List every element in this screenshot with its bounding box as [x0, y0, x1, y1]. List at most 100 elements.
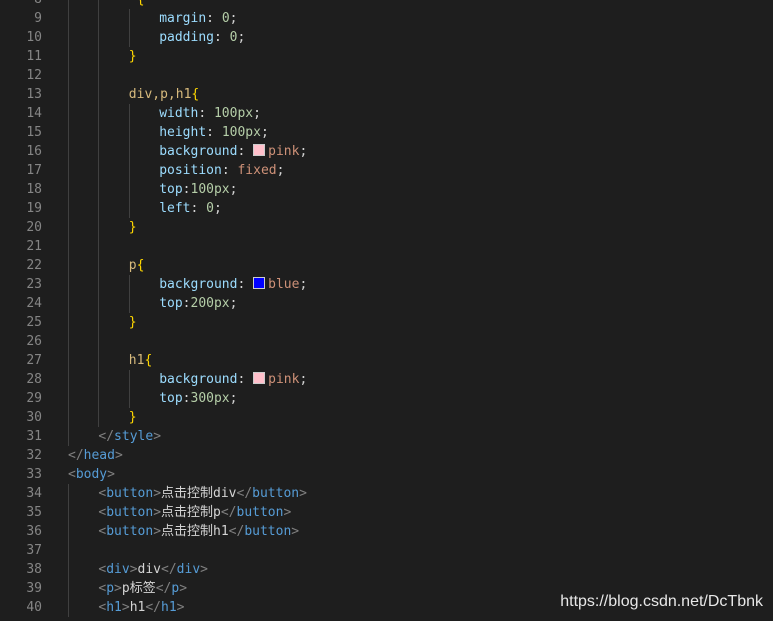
line-number: 30: [26, 410, 42, 425]
line-number: 11: [26, 49, 42, 64]
code-token: div: [106, 562, 130, 577]
code-line[interactable]: 26: [0, 332, 773, 351]
code-line[interactable]: 24 top:200px;: [0, 294, 773, 313]
code-token: 0: [206, 201, 214, 216]
indent-guide: [68, 47, 69, 66]
code-line[interactable]: 22 p{: [0, 256, 773, 275]
code-line[interactable]: 13 div,p,h1{: [0, 85, 773, 104]
indent-guide: [68, 180, 69, 199]
code-token: left: [159, 201, 191, 216]
code-line[interactable]: 38 <div>div</div>: [0, 560, 773, 579]
indent-guide: [68, 294, 69, 313]
code-line[interactable]: 27 h1{: [0, 351, 773, 370]
line-number: 27: [26, 353, 42, 368]
code-token: </: [68, 448, 84, 463]
code-token: background: [159, 277, 238, 292]
indent-guide: [68, 142, 69, 161]
code-text: position: fixed;: [159, 161, 284, 180]
indent-guide: [98, 256, 99, 275]
code-line[interactable]: 35 <button>点击控制p</button>: [0, 503, 773, 522]
code-line[interactable]: 32 </head>: [0, 446, 773, 465]
code-token: >: [176, 600, 185, 615]
code-line[interactable]: 36 <button>点击控制h1</button>: [0, 522, 773, 541]
code-token: >: [291, 524, 300, 539]
code-line[interactable]: 18 top:100px;: [0, 180, 773, 199]
code-token: fixed: [237, 163, 277, 178]
code-token: {: [191, 87, 200, 102]
code-token: </: [220, 505, 237, 520]
line-number: 29: [26, 391, 42, 406]
code-text: height: 100px;: [159, 123, 269, 142]
code-token: ;: [253, 106, 261, 121]
code-token: }: [128, 49, 137, 64]
code-line[interactable]: 37: [0, 541, 773, 560]
code-token: 点击控制div: [161, 486, 237, 501]
indent-guide: [68, 237, 69, 256]
watermark-url: https://blog.csdn.net/DcTbnk: [560, 593, 763, 610]
indent-guide: [98, 351, 99, 370]
code-token: >: [299, 486, 307, 501]
code-line[interactable]: 11}: [0, 47, 773, 66]
code-token: {: [144, 353, 153, 368]
indent-guide: [98, 237, 99, 256]
indent-guide: [98, 294, 99, 313]
code-line[interactable]: 15 height: 100px;: [0, 123, 773, 142]
line-number: 28: [26, 372, 42, 387]
code-line[interactable]: 33 <body>: [0, 465, 773, 484]
code-token: >: [153, 524, 162, 539]
code-text: top:300px;: [159, 389, 237, 408]
code-line[interactable]: 9 margin: 0;: [0, 9, 773, 28]
code-token: ;: [237, 30, 246, 45]
color-swatch-icon[interactable]: [253, 277, 266, 289]
code-line[interactable]: 12: [0, 66, 773, 85]
code-text: width: 100px;: [159, 104, 261, 123]
indent-guide: [98, 313, 99, 332]
code-token: p: [171, 581, 180, 596]
code-text: margin: 0;: [159, 9, 237, 28]
color-swatch-icon[interactable]: [253, 144, 266, 156]
code-line[interactable]: 21: [0, 237, 773, 256]
indent-guide: [129, 161, 130, 180]
code-line[interactable]: 25}: [0, 313, 773, 332]
code-line[interactable]: 8 *{: [0, 0, 773, 9]
code-token: 0: [221, 11, 230, 26]
line-number: 13: [26, 87, 42, 102]
code-line[interactable]: 23 background: blue;: [0, 275, 773, 294]
code-token: button: [236, 505, 284, 520]
line-number: 17: [26, 163, 42, 178]
code-token: >: [107, 467, 115, 482]
code-line[interactable]: 30}: [0, 408, 773, 427]
code-token: }: [128, 220, 137, 235]
indent-guide: [98, 142, 99, 161]
line-number: 23: [26, 277, 42, 292]
code-token: style: [114, 429, 154, 444]
code-token: ;: [299, 372, 308, 387]
indent-guide: [129, 9, 130, 28]
indent-guide: [68, 522, 69, 541]
code-token: ;: [229, 182, 238, 197]
code-token: </: [155, 581, 172, 596]
code-token: p: [106, 581, 115, 596]
code-line[interactable]: 17 position: fixed;: [0, 161, 773, 180]
code-line[interactable]: 34 <button>点击控制div</button>: [0, 484, 773, 503]
code-line[interactable]: 14 width: 100px;: [0, 104, 773, 123]
code-line[interactable]: 10 padding: 0;: [0, 28, 773, 47]
code-line[interactable]: 19 left: 0;: [0, 199, 773, 218]
code-token: 点击控制p: [161, 505, 221, 520]
indent-guide: [68, 66, 69, 85]
code-line[interactable]: 29 top:300px;: [0, 389, 773, 408]
code-text: <button>点击控制p</button>: [98, 503, 291, 522]
indent-guide: [98, 218, 99, 237]
code-text: <button>点击控制div</button>: [98, 484, 307, 503]
code-line[interactable]: 31 </style>: [0, 427, 773, 446]
indent-guide: [98, 66, 99, 85]
code-text: <h1>h1</h1>: [98, 598, 184, 617]
code-line[interactable]: 28 background: pink;: [0, 370, 773, 389]
line-number: 21: [26, 239, 42, 254]
line-number: 14: [26, 106, 42, 121]
code-line[interactable]: 16 background: pink;: [0, 142, 773, 161]
color-swatch-icon[interactable]: [253, 372, 266, 384]
code-token: </: [145, 600, 162, 615]
code-editor[interactable]: 8*{9margin: 0;10padding: 0;11}1213div,p,…: [0, 0, 773, 617]
code-line[interactable]: 20}: [0, 218, 773, 237]
